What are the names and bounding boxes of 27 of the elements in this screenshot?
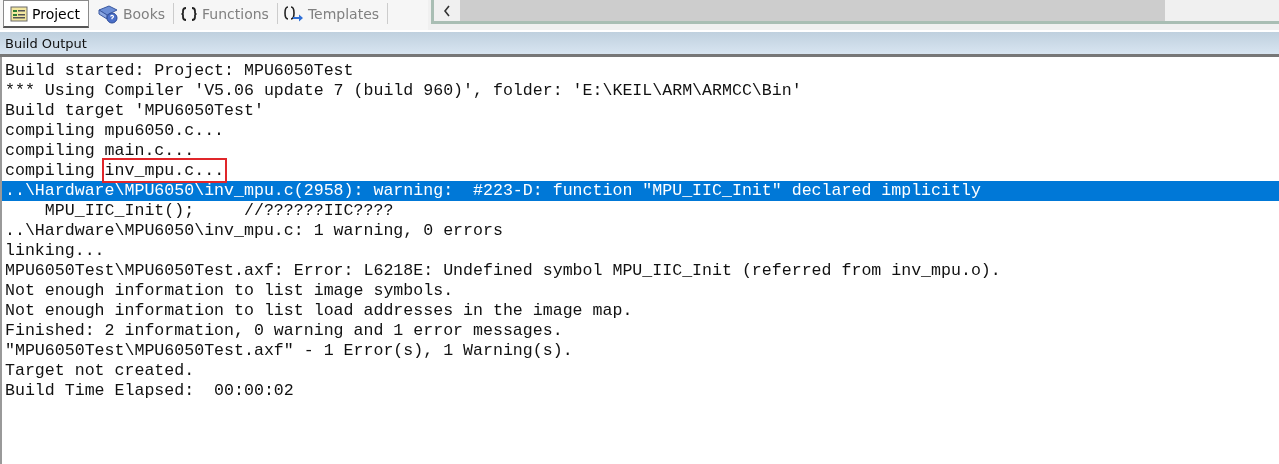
output-line[interactable]: Target not created.	[2, 361, 1279, 381]
output-line[interactable]: MPU_IIC_Init(); //??????IIC????	[2, 201, 1279, 221]
braces-icon	[180, 5, 199, 22]
output-line[interactable]: compiling mpu6050.c...	[2, 121, 1279, 141]
output-line[interactable]: Not enough information to list load addresses in the image map.	[2, 301, 1279, 321]
output-line[interactable]: "MPU6050Test\MPU6050Test.axf" - 1 Error(s), 1 Warning(s).	[2, 341, 1279, 361]
output-line[interactable]: Not enough information to list image symbols.	[2, 281, 1279, 301]
tab[interactable]: Project	[3, 0, 89, 28]
output-line[interactable]: compiling inv_mpu.c...	[2, 161, 1279, 181]
output-line[interactable]: Build Time Elapsed: 00:00:02	[2, 381, 1279, 401]
tab[interactable]: Functions	[174, 3, 278, 24]
output-line[interactable]: MPU6050Test\MPU6050Test.axf: Error: L6218E: Undefined symbol MPU_IIC_Init (referred from inv_mpu.o).	[2, 261, 1279, 281]
output-line[interactable]: *** Using Compiler 'V5.06 update 7 (build 960)', folder: 'E:\KEIL\ARM\ARMCC\Bin'	[2, 81, 1279, 101]
output-line[interactable]: Build target 'MPU6050Test'	[2, 101, 1279, 121]
document-icon	[10, 5, 28, 22]
book-help-icon	[96, 3, 119, 24]
horizontal-scrollbar[interactable]	[431, 0, 1279, 24]
scroll-left-icon[interactable]	[443, 4, 451, 17]
panel-title: Build Output	[5, 35, 87, 51]
tab[interactable]: Templates	[277, 3, 389, 24]
brackets-arrow-icon	[283, 4, 304, 23]
output-line[interactable]: linking...	[2, 241, 1279, 261]
tab[interactable]: Books	[90, 3, 175, 24]
output-line[interactable]: ..\Hardware\MPU6050\inv_mpu.c: 1 warning, 0 errors	[2, 221, 1279, 241]
output-line[interactable]: compiling main.c...	[2, 141, 1279, 161]
output-line[interactable]: Build started: Project: MPU6050Test	[2, 61, 1279, 81]
output-line[interactable]: Finished: 2 information, 0 warning and 1 error messages.	[2, 321, 1279, 341]
